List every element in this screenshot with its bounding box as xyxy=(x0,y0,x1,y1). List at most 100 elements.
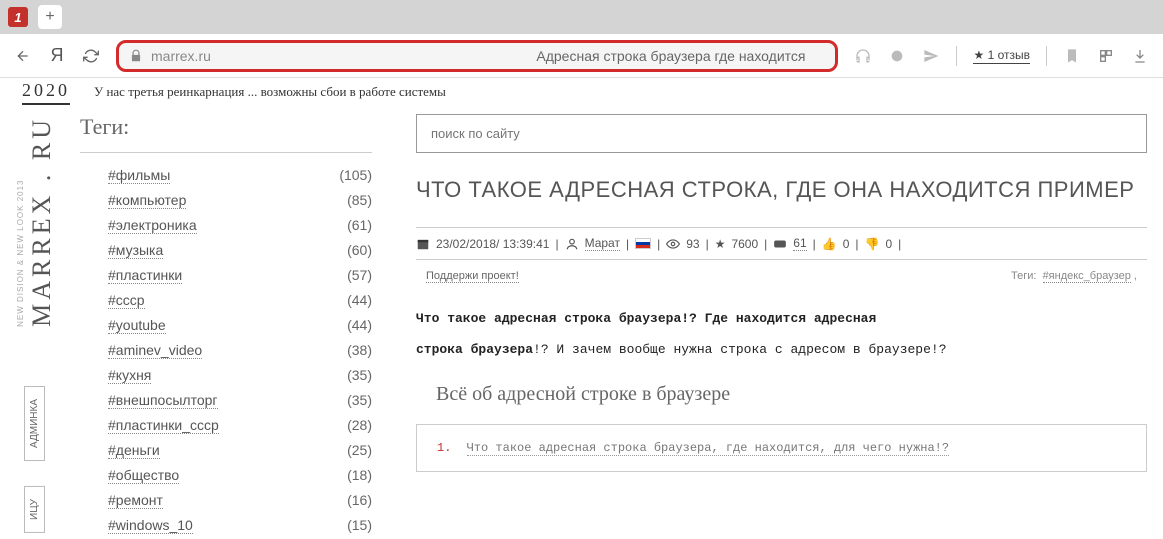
tag-item[interactable]: #youtube (44) xyxy=(80,313,372,338)
tag-count: (38) xyxy=(347,342,372,359)
tag-link[interactable]: #windows_10 xyxy=(108,517,193,534)
tag-count: (60) xyxy=(347,242,372,259)
tag-count: (35) xyxy=(347,367,372,384)
tag-item[interactable]: #фильмы (105) xyxy=(80,163,372,188)
tag-link[interactable]: #яндекс_браузер xyxy=(1043,270,1131,283)
tag-item[interactable]: #общество(18) xyxy=(80,463,372,488)
tag-link[interactable]: #ссср xyxy=(108,292,145,309)
sidebar-title: Теги: xyxy=(80,114,372,140)
youtube-icon xyxy=(773,237,787,251)
tag-link[interactable]: #общество xyxy=(108,467,179,484)
send-icon[interactable] xyxy=(922,47,940,65)
tag-item[interactable]: #внешпосылторг (35) xyxy=(80,388,372,413)
new-tab-button[interactable]: + xyxy=(38,5,62,29)
author-link[interactable]: Марат xyxy=(585,236,620,251)
tag-link[interactable]: #кухня xyxy=(108,367,151,384)
tag-link[interactable]: #пластинки xyxy=(108,267,182,284)
side-tab-2[interactable]: ИЦУ xyxy=(24,486,45,533)
tag-link[interactable]: #электроника xyxy=(108,217,197,234)
down-count: 0 xyxy=(885,237,892,251)
tag-item[interactable]: #музыка (60) xyxy=(80,238,372,263)
main-content: ЧТО ТАКОЕ АДРЕСНАЯ СТРОКА, ГДЕ ОНА НАХОД… xyxy=(392,106,1163,539)
yt-link[interactable]: 61 xyxy=(793,236,806,251)
tab-favicon[interactable]: 1 xyxy=(8,7,28,27)
divider xyxy=(80,152,372,153)
separator xyxy=(956,46,957,66)
section-title: Всё об адресной строке в браузере xyxy=(436,383,1147,406)
logo-subtitle: NEW DISION & NEW LOOK 2013 xyxy=(16,116,25,327)
address-bar[interactable]: marrex.ru Адресная строка браузера где н… xyxy=(116,40,838,72)
banner-text: У нас третья реинкарнация ... возможны с… xyxy=(94,84,446,100)
tag-count: (28) xyxy=(347,417,372,434)
lock-icon xyxy=(129,49,143,63)
yandex-home-button[interactable]: Я xyxy=(48,47,66,65)
tag-list: #фильмы (105) #компьютер(85) #электроника (6… xyxy=(80,163,372,538)
star-icon: ★ xyxy=(715,237,726,251)
left-rail: NEW DISION & NEW LOOK 2013 MARREX . RU А… xyxy=(0,106,72,539)
browser-toolbar: Я marrex.ru Адресная строка браузера где… xyxy=(0,34,1163,78)
tag-count: (16) xyxy=(347,492,372,509)
divider xyxy=(416,259,1147,260)
date: 23/02/2018/ 13:39:41 xyxy=(436,237,549,251)
tag-item[interactable]: #пластинки_ссср (28) xyxy=(80,413,372,438)
tag-item[interactable]: #ремонт (16) xyxy=(80,488,372,513)
search-input[interactable] xyxy=(416,114,1147,153)
article-meta: 23/02/2018/ 13:39:41 | Марат | | 93 | ★ … xyxy=(416,236,1147,251)
zen-icon[interactable] xyxy=(888,47,906,65)
tag-count: (35) xyxy=(347,392,372,409)
support-link[interactable]: Поддержи проект! xyxy=(426,270,519,283)
address-hint: Адресная строка браузера где находится xyxy=(536,48,805,64)
toc-number: 1. xyxy=(437,441,451,455)
toc-link[interactable]: Что такое адресная строка браузера, где … xyxy=(467,441,949,456)
tag-link[interactable]: #компьютер xyxy=(108,192,186,209)
back-button[interactable] xyxy=(14,47,32,65)
tag-count: (25) xyxy=(347,442,372,459)
tag-link[interactable]: #youtube xyxy=(108,317,166,334)
table-of-contents: 1. Что такое адресная строка браузера, г… xyxy=(416,424,1147,472)
tag-link[interactable]: #пластинки_ссср xyxy=(108,417,219,434)
tag-item[interactable]: #деньги (25) xyxy=(80,438,372,463)
flag-ru-icon xyxy=(635,238,651,249)
thumbs-up-icon[interactable]: 👍 xyxy=(822,237,837,251)
tag-count: (44) xyxy=(347,317,372,334)
views: 93 xyxy=(686,237,699,251)
thumbs-down-icon[interactable]: 👎 xyxy=(865,237,880,251)
eye-icon xyxy=(666,237,680,251)
tag-link[interactable]: #деньги xyxy=(108,442,160,459)
tag-link[interactable]: #внешпосылторг xyxy=(108,392,218,409)
tag-item[interactable]: #windows_10(15) xyxy=(80,513,372,538)
tag-link[interactable]: #фильмы xyxy=(108,167,170,184)
tag-count: (105) xyxy=(339,167,372,184)
stars: 7600 xyxy=(731,237,758,251)
reviews-link[interactable]: ★ 1 отзыв xyxy=(973,48,1030,64)
separator xyxy=(1046,46,1047,66)
tag-item[interactable]: #aminev_video (38) xyxy=(80,338,372,363)
tag-link[interactable]: #aminev_video xyxy=(108,342,202,359)
browser-tab-strip: 1 + xyxy=(0,0,1163,34)
tag-count: (44) xyxy=(347,292,372,309)
page-banner: 2020 У нас третья реинкарнация ... возмо… xyxy=(0,78,1163,106)
download-icon[interactable] xyxy=(1131,47,1149,65)
site-logo[interactable]: MARREX . RU xyxy=(27,116,57,327)
article-body: Что такое адресная строка браузера!? Где… xyxy=(416,303,1147,365)
tag-count: (61) xyxy=(347,217,372,234)
headphones-icon[interactable] xyxy=(854,47,872,65)
year-label: 2020 xyxy=(22,80,70,105)
tag-link[interactable]: #ремонт xyxy=(108,492,163,509)
sidebar: Теги: #фильмы(105)#компьютер(85)#электро… xyxy=(72,106,392,539)
divider xyxy=(416,227,1147,228)
tag-count: (57) xyxy=(347,267,372,284)
tag-item[interactable]: #кухня (35) xyxy=(80,363,372,388)
admin-tab[interactable]: АДМИНКА xyxy=(24,386,45,461)
refresh-button[interactable] xyxy=(82,47,100,65)
calendar-icon xyxy=(416,237,430,251)
tag-link[interactable]: #музыка xyxy=(108,242,163,259)
toc-item[interactable]: 1. Что такое адресная строка браузера, г… xyxy=(437,441,1126,455)
bookmark-icon[interactable] xyxy=(1063,47,1081,65)
tag-item[interactable]: #электроника (61) xyxy=(80,213,372,238)
tag-item[interactable]: #компьютер(85) xyxy=(80,188,372,213)
extensions-icon[interactable] xyxy=(1097,47,1115,65)
tag-item[interactable]: #пластинки (57) xyxy=(80,263,372,288)
tag-item[interactable]: #ссср (44) xyxy=(80,288,372,313)
article-tags: Теги: #яндекс_браузер , xyxy=(1011,270,1137,283)
